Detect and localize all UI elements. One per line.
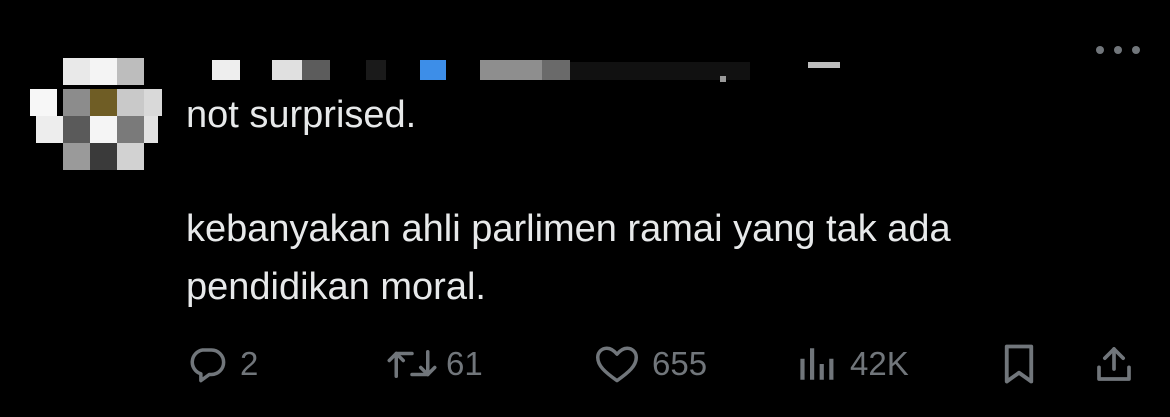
tweet-card[interactable]: not surprised. kebanyakan ahli parlimen … xyxy=(0,0,1170,417)
analytics-icon xyxy=(796,343,838,385)
heart-icon xyxy=(594,343,640,385)
author-name-censored[interactable] xyxy=(208,60,848,82)
tweet-text-line: pendidikan moral. xyxy=(186,266,486,308)
share-icon xyxy=(1094,343,1134,385)
views-button[interactable]: 42K xyxy=(796,340,909,388)
like-count: 655 xyxy=(652,345,708,382)
share-button[interactable] xyxy=(1094,340,1134,388)
bookmark-icon xyxy=(1000,343,1038,385)
repost-icon xyxy=(384,343,440,385)
bookmark-button[interactable] xyxy=(1000,340,1038,388)
tweet-text-line: kebanyakan ahli parlimen ramai yang tak … xyxy=(186,208,951,250)
more-icon[interactable] xyxy=(1096,38,1140,62)
reply-count: 2 xyxy=(240,345,259,382)
tweet-text-line: not surprised. xyxy=(186,94,417,136)
repost-count: 61 xyxy=(446,345,483,382)
tweet-action-bar: 2 61 655 42K xyxy=(0,340,1170,388)
avatar-censored[interactable] xyxy=(30,58,162,173)
views-count: 42K xyxy=(850,345,909,382)
like-button[interactable]: 655 xyxy=(594,340,707,388)
reply-button[interactable]: 2 xyxy=(186,340,258,388)
verified-badge xyxy=(420,60,446,80)
reply-icon xyxy=(186,343,228,385)
repost-button[interactable]: 61 xyxy=(384,340,483,388)
